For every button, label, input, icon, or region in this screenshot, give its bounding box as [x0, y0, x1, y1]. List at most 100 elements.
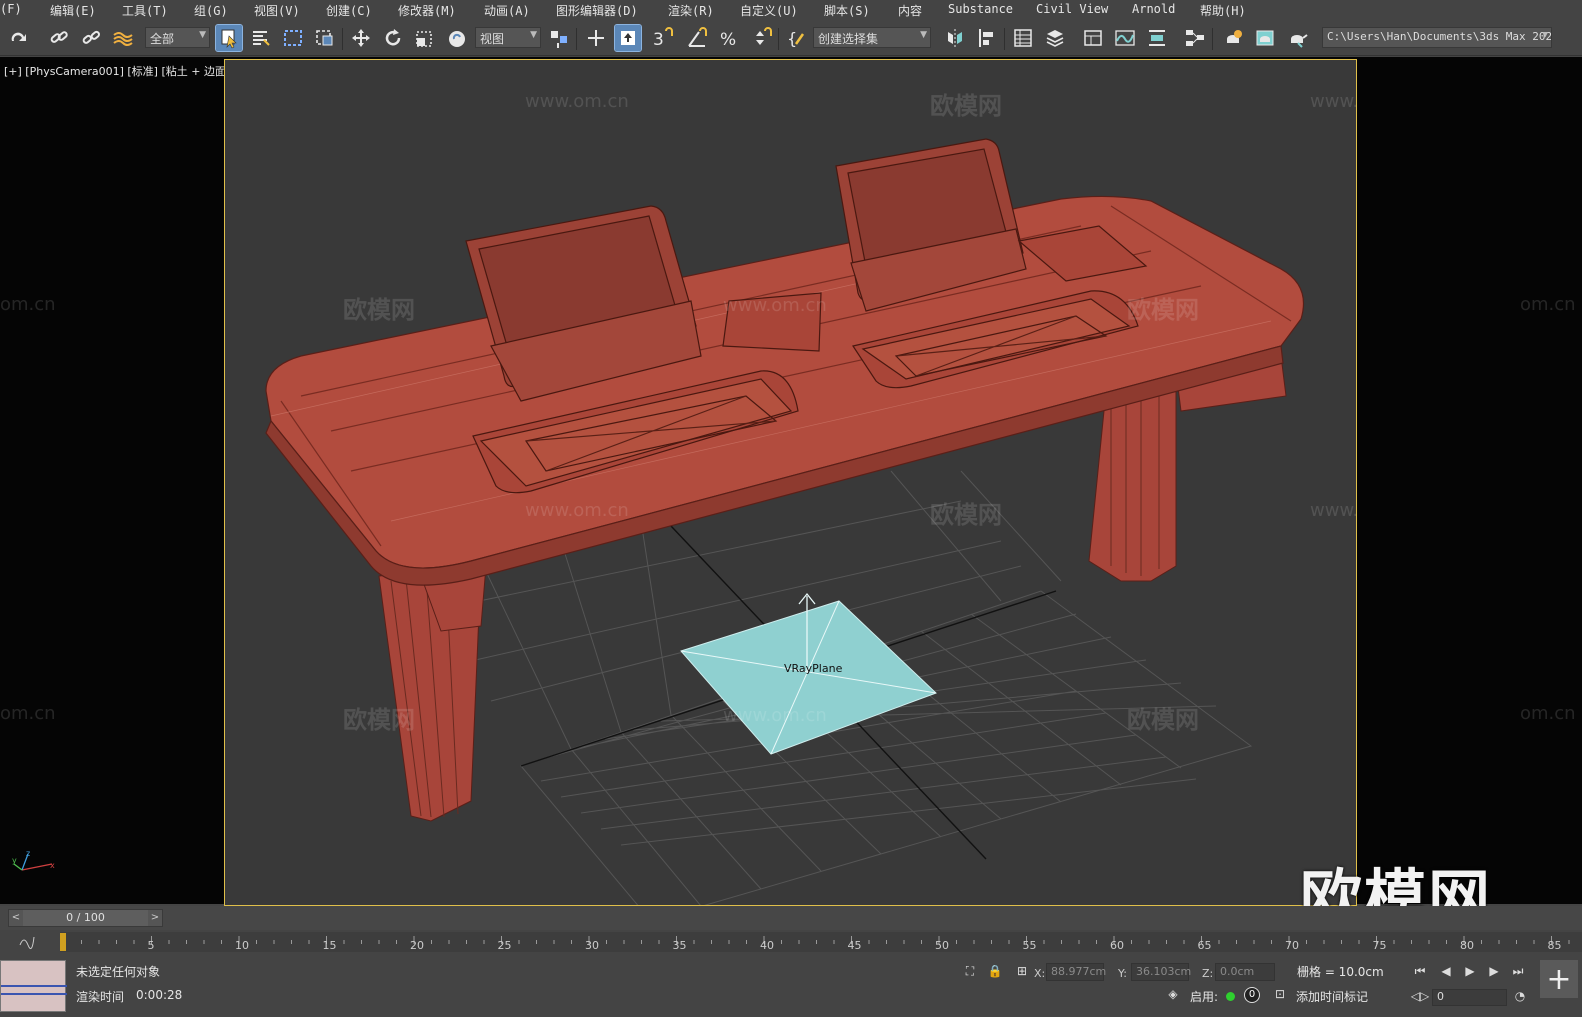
svg-text:{: {: [787, 29, 797, 48]
status-bar: 未选定任何对象 渲染时间 0:00:28 ⛶ 🔒 ⊞ X: 88.977cm Y…: [0, 955, 1582, 1017]
toggle-ribbon-button[interactable]: [1080, 25, 1106, 51]
frame-tick-label: 40: [760, 939, 774, 952]
key-mode-icon[interactable]: ◁▷: [1410, 987, 1430, 1005]
z-coordinate-field[interactable]: 0.0cm: [1215, 963, 1275, 981]
track-bar[interactable]: 5 10 15 20 25 30 35 40 45 50 55 60 65 70 75 80 85: [0, 930, 1582, 954]
keyboard-shortcut-override-button[interactable]: [614, 24, 642, 52]
viewport-label-menu[interactable]: [+] [PhysCamera001] [标准] [粘土 + 边面]: [4, 63, 230, 79]
menu-rendering[interactable]: 渲染(R): [668, 2, 714, 19]
menu-substance[interactable]: Substance: [948, 2, 1013, 16]
layer-explorer-button[interactable]: [1042, 25, 1068, 51]
link-button[interactable]: [46, 25, 72, 51]
frame-tick-label: 20: [410, 939, 424, 952]
prev-frame-arrow-icon[interactable]: <: [9, 910, 23, 926]
camera-viewport[interactable]: 欧模网 www.om.cn 欧模网 www.om.cn 欧模网 www.om.c…: [224, 59, 1357, 906]
menu-civil-view[interactable]: Civil View: [1036, 2, 1108, 16]
add-time-tag-button[interactable]: 添加时间标记: [1296, 988, 1368, 1005]
absolute-mode-icon[interactable]: ⊞: [1012, 962, 1032, 980]
selection-filter-dropdown[interactable]: 全部 ▼: [145, 27, 210, 48]
lock-selection-icon[interactable]: 🔒: [985, 962, 1005, 980]
bind-space-warp-button[interactable]: [110, 25, 136, 51]
status-green-dot-icon: [1226, 992, 1235, 1001]
next-frame-icon[interactable]: ▶: [1484, 962, 1504, 980]
reference-coordinate-dropdown[interactable]: 视图 ▼: [475, 27, 541, 48]
go-to-start-icon[interactable]: ⏮: [1410, 962, 1430, 980]
svg-text:z: z: [26, 849, 30, 858]
go-to-end-icon[interactable]: ⏭: [1508, 962, 1528, 980]
menu-create[interactable]: 创建(C): [326, 2, 372, 19]
x-coordinate-field[interactable]: 88.977cm: [1046, 963, 1106, 981]
toolbar-separator: [1004, 28, 1005, 50]
menu-arnold[interactable]: Arnold: [1132, 2, 1175, 16]
menu-modifiers[interactable]: 修改器(M): [398, 2, 456, 19]
current-frame-field[interactable]: 0: [1432, 989, 1507, 1006]
menu-help[interactable]: 帮助(H): [1200, 2, 1246, 19]
pivot-center-icon: [551, 31, 567, 48]
edit-named-selection-button[interactable]: {: [784, 25, 810, 51]
rotate-button[interactable]: [380, 25, 406, 51]
watermark: om.cn: [1520, 703, 1576, 724]
render-setup-button[interactable]: [1220, 25, 1246, 51]
redo-button[interactable]: [6, 25, 32, 51]
window-crossing-button[interactable]: [312, 25, 338, 51]
time-slider[interactable]: < 0 / 100 >: [8, 909, 163, 927]
rect-selection-region-button[interactable]: [280, 25, 306, 51]
schematic-view-button[interactable]: [1182, 25, 1208, 51]
render-time-value: 0:00:28: [136, 988, 183, 1002]
pivot-point-center-button[interactable]: [546, 25, 572, 51]
percent-snap-button[interactable]: %: [716, 25, 742, 51]
y-coordinate-field[interactable]: 36.103cm: [1131, 963, 1191, 981]
spinner-snap-button[interactable]: [748, 25, 774, 51]
watermark: om.cn: [1520, 294, 1576, 315]
select-object-button[interactable]: [215, 24, 243, 52]
table-leg-front: [378, 565, 487, 822]
watermark: www.om.cn: [723, 705, 827, 726]
unlink-button[interactable]: [78, 25, 104, 51]
place-button[interactable]: [444, 25, 470, 51]
next-frame-arrow-icon[interactable]: >: [148, 910, 162, 926]
menu-tools[interactable]: 工具(T): [122, 2, 168, 19]
shortcut-override-icon: [621, 31, 635, 45]
curve-editor-button[interactable]: [1112, 25, 1138, 51]
menu-customize[interactable]: 自定义(U): [740, 2, 798, 19]
named-selection-sets-dropdown[interactable]: 创建选择集 ▼: [813, 27, 931, 48]
previous-frame-icon[interactable]: ◀: [1436, 962, 1456, 980]
project-folder-dropdown[interactable]: C:\Users\Han\Documents\3ds Max 2022 ▼: [1322, 27, 1552, 48]
select-by-name-button[interactable]: [248, 25, 274, 51]
scene-explorer-button[interactable]: [1010, 25, 1036, 51]
scale-button[interactable]: [412, 25, 438, 51]
menu-content[interactable]: 内容: [898, 2, 922, 19]
move-icon: [352, 29, 370, 47]
select-manipulate-button[interactable]: [583, 25, 609, 51]
mirror-button[interactable]: [942, 25, 968, 51]
layers-icon: [1046, 30, 1064, 47]
menu-file[interactable]: (F): [0, 2, 22, 16]
time-tag-icon[interactable]: ⊡: [1270, 985, 1290, 1003]
menu-views[interactable]: 视图(V): [254, 2, 300, 19]
menu-scripting[interactable]: 脚本(S): [824, 2, 870, 19]
snaps-toggle-button[interactable]: 3: [650, 25, 676, 51]
menu-edit[interactable]: 编辑(E): [50, 2, 96, 19]
move-button[interactable]: [348, 25, 374, 51]
dope-sheet-button[interactable]: [1144, 25, 1170, 51]
listener-divider: [1, 993, 67, 995]
listener-divider: [1, 985, 67, 987]
align-button[interactable]: [974, 25, 1000, 51]
menu-animation[interactable]: 动画(A): [484, 2, 530, 19]
rendered-frame-window-button[interactable]: [1252, 25, 1278, 51]
adaptive-degradation-icon[interactable]: ◈: [1163, 985, 1183, 1003]
watermark: 欧模网: [1127, 296, 1199, 324]
rotate-icon: [385, 29, 401, 46]
isolate-selection-icon[interactable]: ⛶: [960, 962, 980, 980]
chevron-down-icon: ▼: [199, 30, 206, 40]
angle-snap-button[interactable]: [684, 25, 710, 51]
enable-counter[interactable]: 0: [1244, 987, 1260, 1003]
watermark: om.cn: [0, 294, 56, 315]
create-panel-plus-icon[interactable]: +: [1540, 960, 1578, 998]
maxscript-mini-listener[interactable]: [0, 960, 67, 1012]
time-config-icon[interactable]: ◔: [1510, 987, 1530, 1005]
play-icon[interactable]: ▶: [1460, 962, 1480, 980]
menu-graph-editors[interactable]: 图形编辑器(D): [556, 2, 638, 19]
render-production-button[interactable]: [1284, 25, 1310, 51]
menu-group[interactable]: 组(G): [194, 2, 228, 19]
